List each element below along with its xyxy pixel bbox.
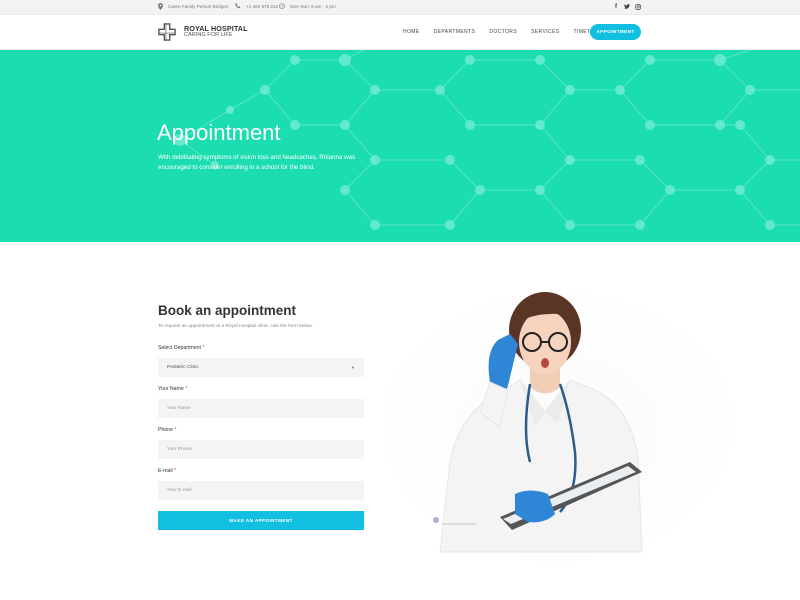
department-selected-value: Pediatric Clinic	[167, 365, 199, 370]
required-mark: *	[185, 386, 188, 392]
email-label-text: E-mail	[158, 468, 173, 474]
page-title: Appointment	[157, 120, 281, 145]
top-info-bar: Caren Family Pertum Bridges +1 460 978 2…	[0, 0, 800, 15]
medical-cross-icon	[158, 23, 176, 41]
name-label: Your Name *	[158, 386, 187, 392]
chevron-down-icon: ▼	[351, 365, 355, 370]
department-select[interactable]: Pediatric Clinic ▼	[158, 358, 364, 377]
address-text: Caren Family Pertum Bridges	[168, 4, 229, 9]
clock-icon	[279, 3, 285, 9]
hero-description: With debilitating symptoms of vision los…	[158, 154, 356, 172]
nav-item-departments[interactable]: DEPARTMENTS	[434, 29, 476, 35]
email-placeholder: Your E-mail	[167, 488, 192, 493]
phone-icon	[235, 3, 241, 9]
twitter-icon[interactable]	[624, 3, 630, 10]
nav-item-services[interactable]: SERVICES	[531, 29, 559, 35]
instagram-icon[interactable]	[635, 3, 641, 10]
name-placeholder: Your Name	[167, 406, 191, 411]
facebook-icon[interactable]: f	[613, 3, 619, 10]
hours-text: Mon-Sun: 8 am - 2 pm	[290, 3, 336, 9]
department-label-text: Select Department	[158, 345, 201, 351]
phone-info: +1 460 978 222	[235, 3, 278, 9]
hours-info: Mon-Sun: 8 am - 2 pm	[279, 3, 336, 9]
main-nav: HOME DEPARTMENTS DOCTORS SERVICES TIMETA…	[403, 29, 618, 35]
appointment-button[interactable]: APPOINTMENT	[590, 24, 641, 40]
required-mark: *	[202, 345, 205, 351]
logo[interactable]: ROYAL HOSPITAL CARING FOR LIFE	[158, 23, 248, 41]
email-label: E-mail *	[158, 468, 176, 474]
form-intro: To request an appointment at a Royal Hos…	[158, 324, 313, 329]
phone-label: Phone *	[158, 427, 177, 433]
hero-banner: Appointment With debilitating symptoms o…	[0, 50, 800, 242]
nav-item-doctors[interactable]: DOCTORS	[489, 29, 517, 35]
nav-item-home[interactable]: HOME	[403, 29, 420, 35]
molecule-pattern	[174, 50, 800, 230]
name-label-text: Your Name	[158, 386, 184, 392]
required-mark: *	[174, 427, 177, 433]
phone-text: +1 460 978 222	[246, 3, 279, 9]
form-title: Book an appointment	[158, 303, 296, 318]
main-header: ROYAL HOSPITAL CARING FOR LIFE HOME DEPA…	[0, 15, 800, 50]
social-links: f	[613, 3, 641, 10]
phone-placeholder: Your Phone	[167, 447, 192, 452]
doctor-photo	[383, 282, 733, 562]
logo-subtitle: CARING FOR LIFE	[184, 31, 233, 38]
name-field[interactable]: Your Name	[158, 399, 364, 418]
address-info: Caren Family Pertum Bridges	[158, 3, 228, 10]
required-mark: *	[174, 468, 177, 474]
make-appointment-button[interactable]: MAKE AN APPOINTMENT	[158, 511, 364, 530]
location-pin-icon	[158, 3, 163, 10]
phone-label-text: Phone	[158, 427, 174, 433]
email-field[interactable]: Your E-mail	[158, 481, 364, 500]
department-label: Select Department *	[158, 345, 204, 351]
phone-field[interactable]: Your Phone	[158, 440, 364, 459]
